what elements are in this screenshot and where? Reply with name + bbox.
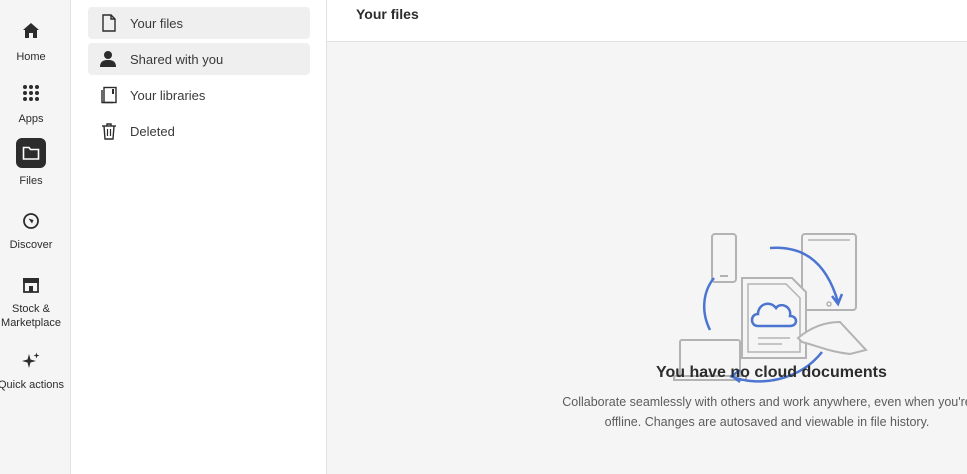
rail-item-apps[interactable]: Apps bbox=[0, 78, 62, 126]
apps-grid-icon bbox=[16, 78, 46, 108]
home-icon bbox=[16, 16, 46, 46]
storefront-icon bbox=[16, 270, 46, 300]
rail-label-apps: Apps bbox=[18, 113, 44, 125]
page-header: Your files bbox=[327, 0, 967, 42]
subnav-label-your-files: Your files bbox=[130, 15, 183, 31]
rail-item-stock-marketplace[interactable]: Stock & Marketplace bbox=[0, 270, 62, 330]
subnav-label-your-libraries: Your libraries bbox=[130, 87, 206, 103]
files-subnav: Your files Shared with you Your librarie… bbox=[71, 0, 327, 474]
rail-item-files[interactable]: Files bbox=[0, 138, 62, 188]
subnav-label-deleted: Deleted bbox=[130, 123, 175, 139]
empty-state-title-text: You have no cloud documents bbox=[656, 364, 887, 381]
empty-state-description: Collaborate seamlessly with others and w… bbox=[562, 395, 967, 429]
empty-state-title: You have no cloud documents bbox=[0, 364, 967, 382]
subnav-item-shared-with-you[interactable]: Shared with you bbox=[88, 43, 310, 75]
library-icon bbox=[99, 85, 119, 105]
compass-icon bbox=[16, 206, 46, 236]
subnav-item-your-files[interactable]: Your files bbox=[88, 7, 310, 39]
subnav-item-your-libraries[interactable]: Your libraries bbox=[88, 79, 310, 111]
folder-icon bbox=[16, 138, 46, 168]
app-window: Home Apps Files Discover Stock & Marketp… bbox=[0, 0, 967, 474]
rail-item-discover[interactable]: Discover bbox=[0, 206, 62, 252]
rail-label-home: Home bbox=[16, 51, 46, 63]
subnav-label-shared-with-you: Shared with you bbox=[130, 51, 224, 67]
subnav-item-deleted[interactable]: Deleted bbox=[88, 115, 310, 147]
trash-icon bbox=[99, 121, 119, 141]
rail-item-home[interactable]: Home bbox=[0, 16, 62, 64]
rail-label-files: Files bbox=[19, 175, 43, 187]
left-rail: Home Apps Files Discover Stock & Marketp… bbox=[0, 0, 71, 474]
user-icon bbox=[99, 49, 119, 69]
rail-label-stock-marketplace: Stock & Marketplace bbox=[1, 303, 61, 329]
page-title: Your files bbox=[356, 6, 419, 22]
document-icon bbox=[99, 13, 119, 33]
rail-label-discover: Discover bbox=[9, 239, 53, 251]
